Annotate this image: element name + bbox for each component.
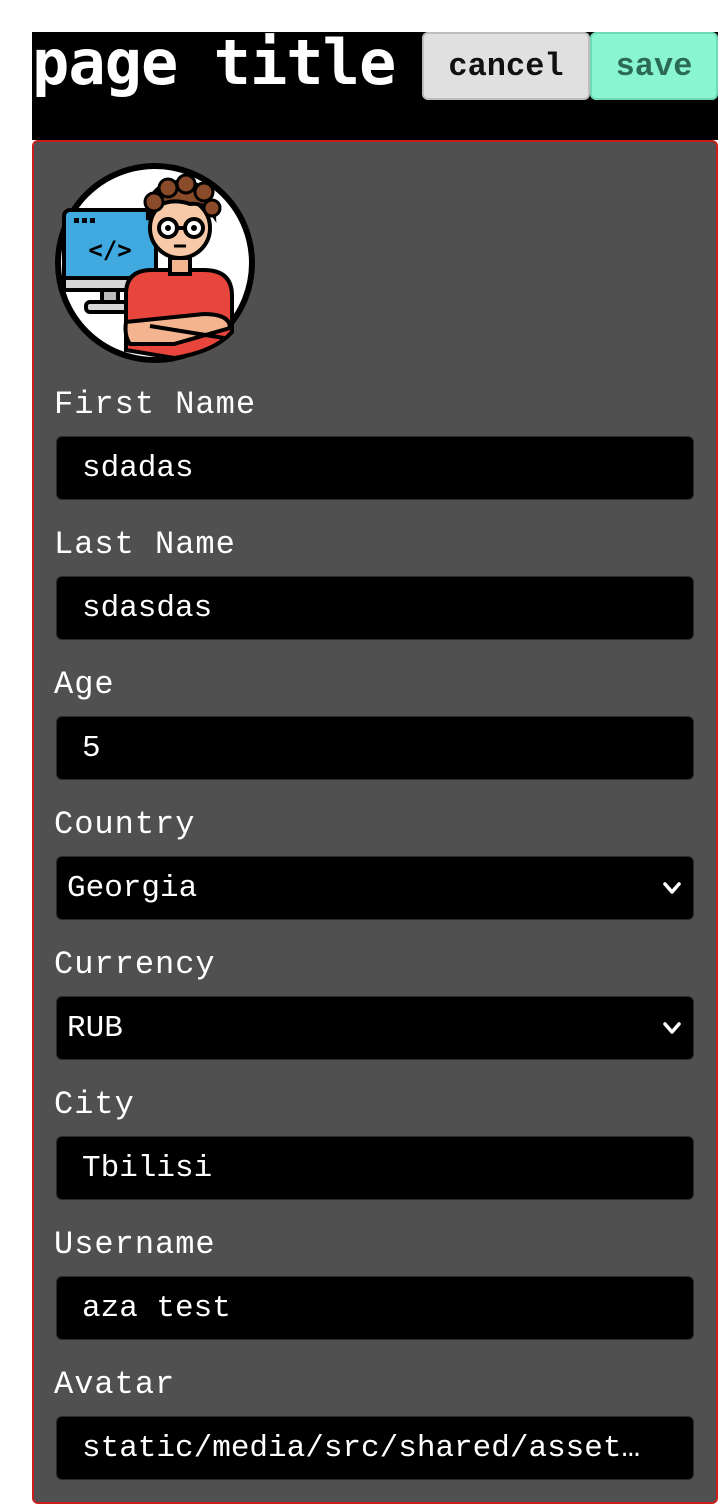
country-select[interactable]: Georgia [56,856,694,920]
chevron-down-icon [663,1022,681,1034]
page-header: page title cancel save [32,26,718,140]
avatar-input[interactable]: static/media/src/shared/asset… [56,1416,694,1480]
chevron-down-icon [663,882,681,894]
cancel-button[interactable]: cancel [422,32,590,100]
currency-select[interactable]: RUB [56,996,694,1060]
username-input[interactable]: aza test [56,1276,694,1340]
city-label: City [54,1086,135,1123]
avatar-label: Avatar [54,1366,176,1403]
country-label: Country [54,806,196,843]
city-input[interactable]: Tbilisi [56,1136,694,1200]
username-value: aza test [82,1290,231,1326]
first-name-label: First Name [54,386,257,423]
city-value: Tbilisi [82,1150,213,1186]
last-name-label: Last Name [54,526,236,563]
currency-value: RUB [67,1010,123,1046]
last-name-input[interactable]: sdasdas [56,576,694,640]
country-value: Georgia [67,870,198,906]
first-name-input[interactable]: sdadas [56,436,694,500]
age-input[interactable]: 5 [56,716,694,780]
last-name-value: sdasdas [82,590,213,626]
profile-form: </> First Name sdadas Last Name sdasdas … [32,140,718,1504]
currency-label: Currency [54,946,216,983]
age-value: 5 [82,730,101,766]
svg-text:</>: </> [88,236,131,264]
avatar-value: static/media/src/shared/asset… [82,1430,641,1466]
username-label: Username [54,1226,216,1263]
developer-avatar-icon: </> [55,163,255,363]
age-label: Age [54,666,115,703]
page-title: page title [32,26,396,99]
save-button[interactable]: save [590,32,718,100]
first-name-value: sdadas [82,450,194,486]
